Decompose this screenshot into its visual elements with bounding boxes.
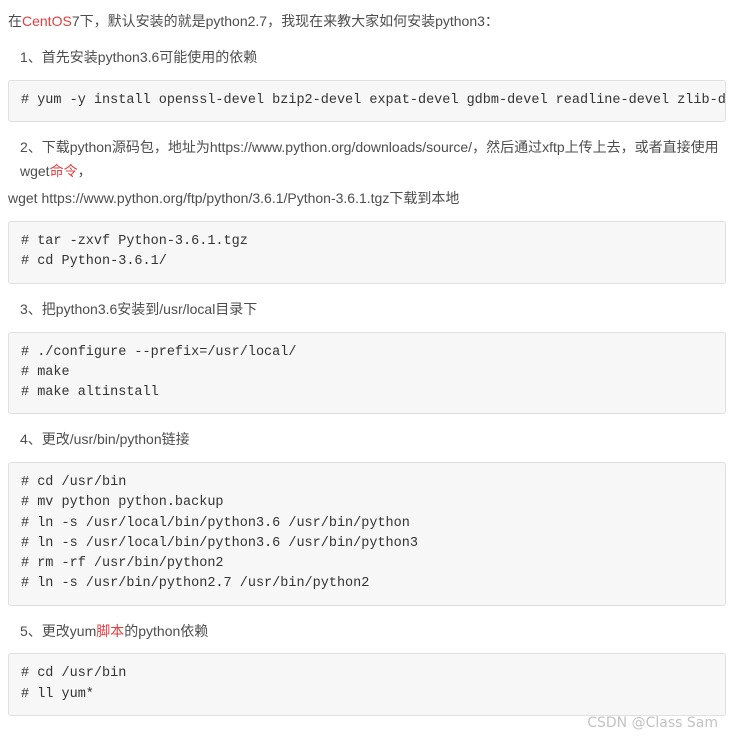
step-3-text: 3、把python3.6安装到/usr/local目录下	[20, 298, 726, 322]
step-4-text: 4、更改/usr/bin/python链接	[20, 428, 726, 452]
step-2-part1: 2、下载python源码包，地址为https://www.python.org/…	[20, 139, 719, 179]
step-2-text: 2、下载python源码包，地址为https://www.python.org/…	[20, 136, 726, 184]
intro-suffix: 7下，默认安装的就是python2.7，我现在来教大家如何安装python3：	[72, 13, 499, 29]
step-2-highlight: 命令	[50, 163, 78, 179]
step-5-prefix: 5、更改yum	[20, 623, 96, 639]
intro-highlight: CentOS	[22, 13, 72, 29]
step-5-suffix: 的python依赖	[124, 623, 208, 639]
step-1-code: # yum -y install openssl-devel bzip2-dev…	[8, 80, 726, 122]
step-4-code: # cd /usr/bin # mv python python.backup …	[8, 462, 726, 606]
step-5-highlight: 脚本	[96, 623, 124, 639]
step-2-code: # tar -zxvf Python-3.6.1.tgz # cd Python…	[8, 221, 726, 284]
intro-paragraph: 在CentOS7下，默认安装的就是python2.7，我现在来教大家如何安装py…	[8, 10, 726, 34]
step-2-part2: ，	[78, 163, 92, 179]
step-2-cont: wget https://www.python.org/ftp/python/3…	[8, 187, 726, 211]
step-5-code: # cd /usr/bin # ll yum*	[8, 653, 726, 716]
step-1-text: 1、首先安装python3.6可能使用的依赖	[20, 46, 726, 70]
step-3-code: # ./configure --prefix=/usr/local/ # mak…	[8, 332, 726, 415]
intro-prefix: 在	[8, 13, 22, 29]
